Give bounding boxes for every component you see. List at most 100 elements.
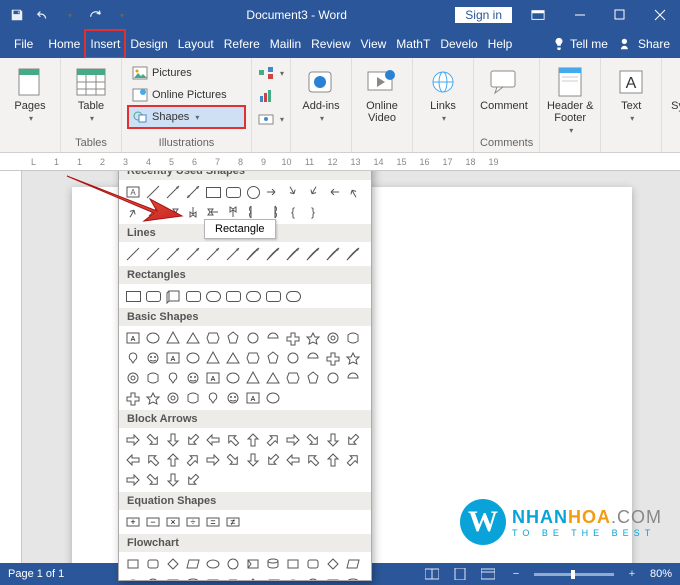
shape-option[interactable] [203,328,223,348]
tab-references[interactable]: Refere [219,30,265,58]
shape-option[interactable] [303,430,323,450]
shape-option[interactable] [123,470,143,490]
shape-option[interactable] [163,286,183,306]
shape-option[interactable] [323,182,343,202]
shape-option[interactable] [263,368,283,388]
shape-option[interactable] [203,286,223,306]
tab-review[interactable]: Review [306,30,355,58]
shape-option[interactable] [283,182,303,202]
shape-option[interactable] [123,286,143,306]
tab-design[interactable]: Design [125,30,172,58]
comment-button[interactable]: Comment [480,62,528,112]
shape-option[interactable] [203,554,223,574]
shape-option[interactable] [123,202,143,222]
maximize-button[interactable] [600,0,640,30]
shape-option[interactable] [203,574,223,581]
qat-customize[interactable] [110,4,132,26]
shape-option[interactable] [323,244,343,264]
shape-option[interactable] [163,202,183,222]
shape-option[interactable] [323,430,343,450]
undo-button[interactable] [32,4,54,26]
shape-option[interactable] [323,328,343,348]
save-button[interactable] [6,4,28,26]
ribbon-display-options[interactable] [520,4,556,26]
zoom-slider[interactable] [534,573,614,576]
tab-mailings[interactable]: Mailin [265,30,306,58]
shape-option[interactable] [123,430,143,450]
shape-option[interactable] [183,348,203,368]
shape-option[interactable] [143,328,163,348]
shape-option[interactable] [243,328,263,348]
pages-button[interactable]: Pages [6,62,54,123]
tab-home[interactable]: Home [43,30,85,58]
shapes-button[interactable]: Shapes [128,106,245,128]
shape-option[interactable] [263,348,283,368]
shape-option[interactable] [343,348,363,368]
shape-option[interactable] [183,574,203,581]
tab-file[interactable]: File [4,30,43,58]
shape-option[interactable] [303,574,323,581]
shape-option[interactable] [283,328,303,348]
shape-option[interactable]: { [283,202,303,222]
shape-option[interactable] [203,348,223,368]
shape-option[interactable] [263,554,283,574]
shape-option[interactable] [223,430,243,450]
web-layout-button[interactable] [478,566,498,582]
share-button[interactable]: Share [614,30,676,58]
shape-option[interactable] [283,286,303,306]
shape-option[interactable] [223,182,243,202]
shape-option[interactable] [303,244,323,264]
shape-option[interactable]: A [243,388,263,408]
shape-option[interactable]: A [203,368,223,388]
shape-option[interactable] [163,554,183,574]
vertical-ruler[interactable] [0,171,22,585]
shape-option[interactable] [343,430,363,450]
shape-option[interactable] [263,286,283,306]
read-mode-button[interactable] [422,566,442,582]
shape-option[interactable] [283,430,303,450]
shape-option[interactable] [243,244,263,264]
page-count[interactable]: Page 1 of 1 [8,568,64,580]
shape-option[interactable] [183,450,203,470]
shape-option[interactable] [223,348,243,368]
shape-option[interactable] [303,368,323,388]
zoom-level[interactable]: 80% [650,568,672,580]
shape-option[interactable] [123,554,143,574]
table-button[interactable]: Table [67,62,115,123]
tab-view[interactable]: View [356,30,392,58]
tab-insert[interactable]: Insert [85,30,125,58]
shape-option[interactable] [203,430,223,450]
shape-option[interactable] [163,430,183,450]
links-button[interactable]: Links [419,62,467,123]
shape-option[interactable] [223,450,243,470]
close-button[interactable] [640,0,680,30]
shape-option[interactable] [223,328,243,348]
shape-option[interactable] [163,368,183,388]
shape-option[interactable] [283,574,303,581]
shape-option[interactable] [223,554,243,574]
shape-option[interactable] [243,182,263,202]
smartart-button[interactable] [254,62,288,84]
horizontal-ruler[interactable]: L /*inline-ruler*/ 112345678910111213141… [0,153,680,171]
shape-option[interactable] [203,450,223,470]
shape-option[interactable] [203,388,223,408]
shape-option[interactable] [323,450,343,470]
tab-help[interactable]: Help [483,30,518,58]
shape-option[interactable] [203,182,223,202]
shape-option[interactable]: A [163,348,183,368]
shape-option[interactable] [243,450,263,470]
shape-option[interactable] [163,574,183,581]
shape-option[interactable]: = [203,512,223,532]
tab-layout[interactable]: Layout [173,30,219,58]
shape-option[interactable] [123,388,143,408]
shape-option[interactable] [263,574,283,581]
shape-option[interactable] [223,574,243,581]
shape-option[interactable] [283,554,303,574]
shape-option[interactable] [223,368,243,388]
shape-option[interactable] [143,574,163,581]
shape-option[interactable] [163,388,183,408]
online-video-button[interactable]: Online Video [358,62,406,124]
zoom-in-button[interactable]: + [622,566,642,582]
sign-in-button[interactable]: Sign in [455,7,512,23]
shape-option[interactable] [263,328,283,348]
